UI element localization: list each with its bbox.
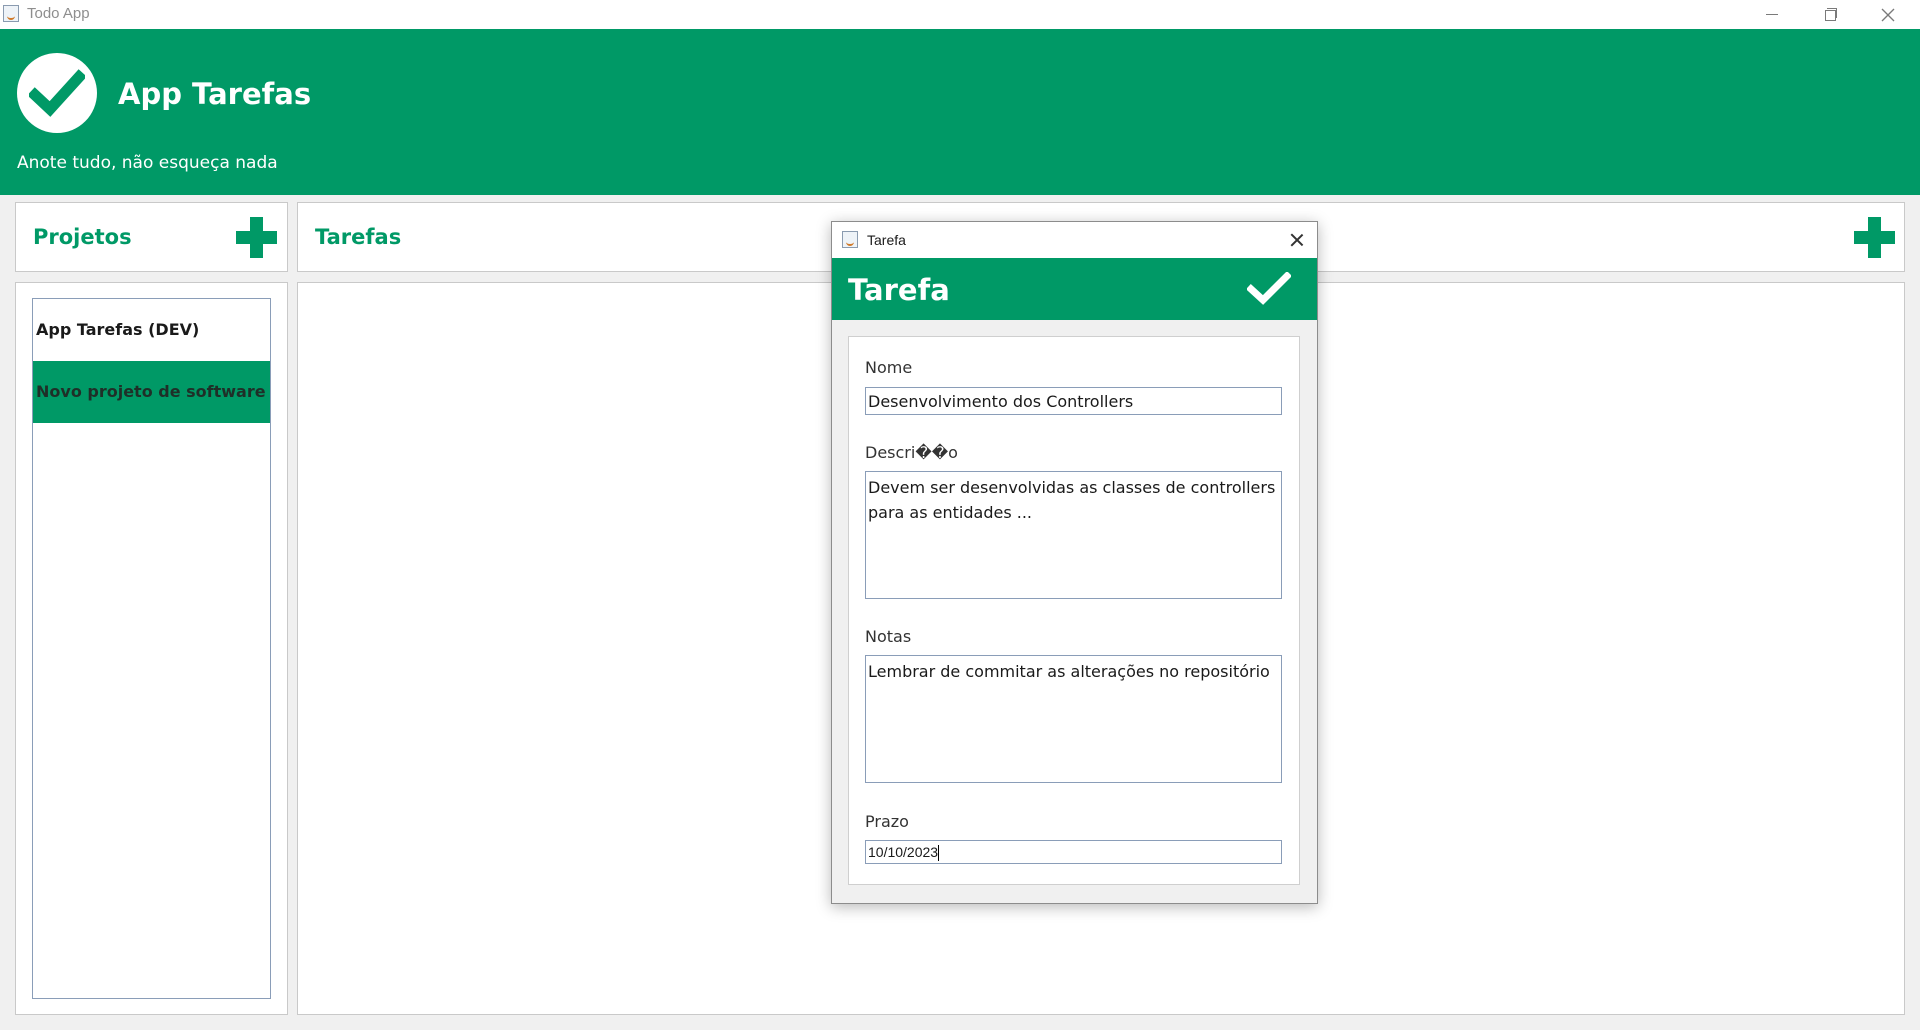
project-item-selected[interactable]: Novo projeto de software: [33, 361, 270, 423]
nome-input[interactable]: Desenvolvimento dos Controllers: [865, 387, 1282, 415]
text-caret: [938, 845, 940, 862]
minimize-icon: [1766, 14, 1778, 15]
dialog-close-button[interactable]: [1287, 230, 1307, 250]
window-close-button[interactable]: [1859, 0, 1917, 29]
app-title: App Tarefas: [118, 77, 312, 111]
app-subtitle: Anote tudo, não esqueça nada: [17, 153, 278, 173]
tasks-title: Tarefas: [315, 225, 402, 249]
task-dialog: Tarefa Tarefa Nome Desenvolvimento dos C…: [831, 221, 1318, 904]
app-header: App Tarefas Anote tudo, não esqueça nada: [0, 29, 1920, 195]
check-circle-icon: [17, 53, 97, 133]
descricao-label: Descri��o: [865, 443, 958, 462]
dialog-header: Tarefa: [832, 258, 1317, 320]
project-item[interactable]: App Tarefas (DEV): [33, 299, 270, 361]
add-task-button[interactable]: [1854, 217, 1895, 258]
nome-label: Nome: [865, 358, 913, 377]
prazo-value: 10/10/2023: [868, 844, 939, 860]
projects-list[interactable]: App Tarefas (DEV) Novo projeto de softwa…: [32, 298, 271, 999]
projects-panel: App Tarefas (DEV) Novo projeto de softwa…: [15, 282, 288, 1015]
task-form: Nome Desenvolvimento dos Controllers Des…: [848, 336, 1300, 885]
java-cup-icon: [842, 231, 858, 248]
window-title: Todo App: [27, 5, 90, 22]
descricao-textarea[interactable]: Devem ser desenvolvidas as classes de co…: [865, 471, 1282, 599]
save-task-button[interactable]: [1247, 272, 1291, 306]
minimize-button[interactable]: [1743, 0, 1801, 29]
maximize-button[interactable]: [1801, 0, 1859, 29]
projects-title: Projetos: [33, 225, 132, 249]
window-titlebar: Todo App: [0, 0, 1920, 29]
dialog-header-title: Tarefa: [848, 273, 950, 307]
projects-header: Projetos: [15, 202, 288, 272]
dialog-window-title: Tarefa: [867, 232, 906, 248]
close-icon: [1881, 8, 1895, 22]
add-project-button[interactable]: [236, 217, 277, 258]
notas-label: Notas: [865, 627, 912, 646]
prazo-label: Prazo: [865, 812, 909, 831]
dialog-titlebar: Tarefa: [832, 222, 1317, 258]
prazo-input[interactable]: 10/10/2023: [865, 840, 1282, 864]
java-cup-icon: [3, 5, 19, 22]
notas-textarea[interactable]: Lembrar de commitar as alterações no rep…: [865, 655, 1282, 783]
